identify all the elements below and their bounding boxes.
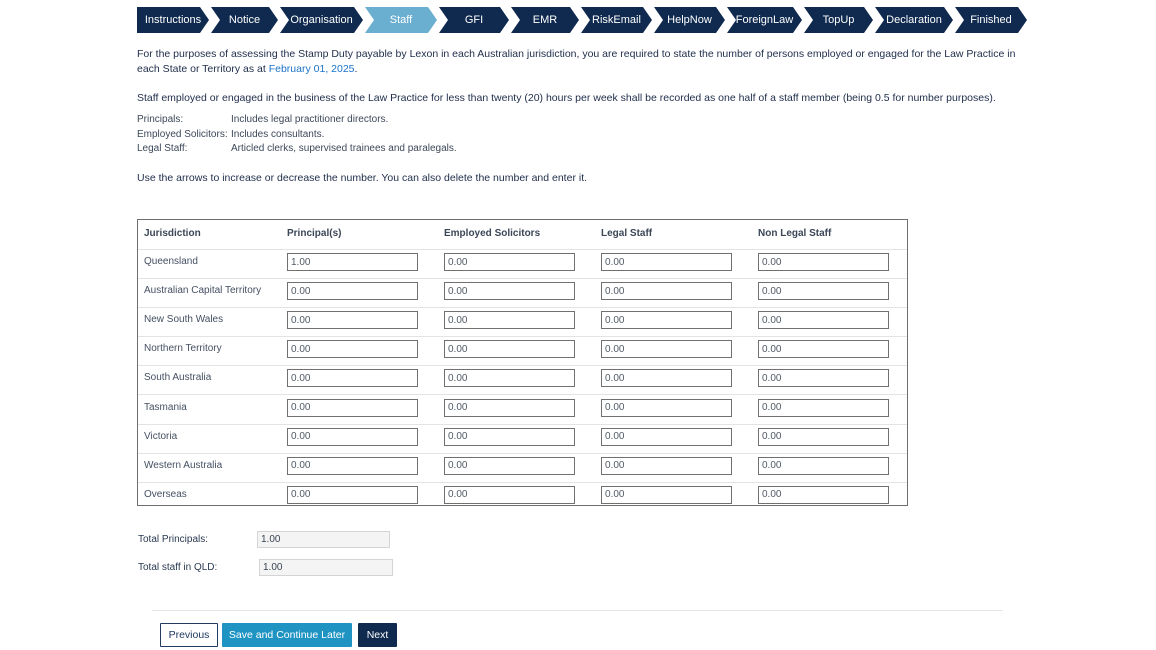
previous-button[interactable]: Previous [160, 623, 218, 647]
step-instructions[interactable]: Instructions [137, 7, 209, 33]
table-row: Western Australia [138, 453, 907, 483]
footer-divider [152, 610, 1003, 611]
principals-input[interactable] [287, 369, 418, 388]
table-row: Victoria [138, 424, 907, 454]
definition-row: Legal Staff: Articled clerks, supervised… [137, 142, 457, 157]
step-emr[interactable]: EMR [511, 7, 579, 33]
non-legal-staff-input[interactable] [758, 340, 889, 359]
header-legal-staff: Legal Staff [601, 228, 653, 239]
principals-input[interactable] [287, 398, 418, 417]
step-gfi[interactable]: GFI [439, 7, 509, 33]
step-helpnow[interactable]: HelpNow [654, 7, 725, 33]
arrows-note: Use the arrows to increase or decrease t… [137, 172, 588, 184]
half-staff-note: Staff employed or engaged in the busines… [137, 92, 996, 104]
jurisdiction-name: Northern Territory [144, 343, 222, 355]
employed-solicitors-input[interactable] [444, 369, 575, 388]
definition-desc: Includes consultants. [231, 128, 325, 140]
definition-desc: Includes legal practitioner directors. [231, 114, 389, 125]
non-legal-staff-input[interactable] [758, 369, 889, 388]
step-organisation[interactable]: Organisation [280, 7, 363, 33]
definition-row: Principals: Includes legal practitioner … [137, 113, 457, 128]
principals-input[interactable] [287, 485, 418, 504]
table-row: Australian Capital Territory [138, 278, 907, 309]
employed-solicitors-input[interactable] [444, 311, 575, 330]
legal-staff-input[interactable] [601, 340, 732, 359]
table-row: South Australia [138, 365, 907, 396]
intro-paragraph: For the purposes of assessing the Stamp … [137, 48, 1016, 75]
wizard-steps: Instructions Notice Organisation Staff G… [137, 7, 1029, 33]
employed-solicitors-input[interactable] [444, 398, 575, 417]
step-declaration[interactable]: Declaration [875, 7, 953, 33]
principals-input[interactable] [287, 340, 418, 359]
legal-staff-input[interactable] [601, 253, 732, 271]
legal-staff-input[interactable] [601, 398, 732, 417]
total-qld-field: 1.00 [259, 559, 393, 576]
principals-input[interactable] [287, 427, 418, 446]
employed-solicitors-input[interactable] [444, 282, 575, 301]
non-legal-staff-input[interactable] [758, 427, 889, 446]
table-row: Overseas [138, 482, 907, 511]
employed-solicitors-input[interactable] [444, 456, 575, 475]
employed-solicitors-input[interactable] [444, 485, 575, 504]
total-qld-label: Total staff in QLD: [138, 562, 218, 573]
employed-solicitors-input[interactable] [444, 253, 575, 271]
header-jurisdiction: Jurisdiction [144, 228, 201, 239]
principals-input[interactable] [287, 253, 418, 271]
header-principals: Principal(s) [287, 228, 342, 239]
definition-term: Employed Solicitors: [137, 128, 228, 140]
header-employed-solicitors: Employed Solicitors [444, 228, 541, 239]
non-legal-staff-input[interactable] [758, 253, 889, 271]
non-legal-staff-input[interactable] [758, 485, 889, 504]
step-topup[interactable]: TopUp [804, 7, 873, 33]
non-legal-staff-input[interactable] [758, 456, 889, 475]
step-foreignlaw[interactable]: ForeignLaw [727, 7, 802, 33]
jurisdiction-name: Australian Capital Territory [144, 285, 262, 297]
save-continue-later-button[interactable]: Save and Continue Later [222, 623, 352, 647]
table-row: New South Wales [138, 307, 907, 338]
jurisdiction-name: South Australia [144, 372, 212, 384]
legal-staff-input[interactable] [601, 369, 732, 388]
employed-solicitors-input[interactable] [444, 340, 575, 359]
legal-staff-input[interactable] [601, 485, 732, 504]
legal-staff-input[interactable] [601, 456, 732, 475]
table-row: Northern Territory [138, 336, 907, 367]
legal-staff-input[interactable] [601, 282, 732, 301]
definition-desc: Articled clerks, supervised trainees and… [231, 143, 457, 154]
definitions-list: Principals: Includes legal practitioner … [137, 113, 457, 157]
jurisdiction-name: New South Wales [144, 314, 224, 326]
table-header-row: Jurisdiction Principal(s) Employed Solic… [138, 220, 907, 250]
table-row: Tasmania [138, 395, 907, 425]
non-legal-staff-input[interactable] [758, 311, 889, 330]
header-non-legal-staff: Non Legal Staff [758, 228, 832, 239]
definition-term: Principals: [137, 114, 184, 125]
staff-table: Jurisdiction Principal(s) Employed Solic… [137, 219, 908, 506]
reference-date: February 01, 2025 [268, 63, 355, 75]
total-principals-field: 1.00 [257, 531, 390, 548]
jurisdiction-name: Tasmania [144, 401, 187, 413]
non-legal-staff-input[interactable] [758, 398, 889, 417]
step-staff[interactable]: Staff [365, 7, 437, 33]
total-principals-label: Total Principals: [138, 534, 209, 545]
employed-solicitors-input[interactable] [444, 427, 575, 446]
jurisdiction-name: Victoria [144, 430, 178, 442]
next-button[interactable]: Next [358, 623, 397, 647]
step-notice[interactable]: Notice [211, 7, 278, 33]
legal-staff-input[interactable] [601, 427, 732, 446]
jurisdiction-name: Western Australia [144, 459, 223, 471]
definition-row: Employed Solicitors: Includes consultant… [137, 128, 457, 143]
principals-input[interactable] [287, 456, 418, 475]
definition-term: Legal Staff: [137, 143, 188, 154]
jurisdiction-name: Queensland [144, 256, 198, 267]
principals-input[interactable] [287, 311, 418, 330]
principals-input[interactable] [287, 282, 418, 301]
table-row: Queensland [138, 249, 907, 279]
step-finished[interactable]: Finished [955, 7, 1027, 33]
non-legal-staff-input[interactable] [758, 282, 889, 301]
legal-staff-input[interactable] [601, 311, 732, 330]
step-riskemail[interactable]: RiskEmail [581, 7, 652, 33]
jurisdiction-name: Overseas [144, 488, 187, 500]
